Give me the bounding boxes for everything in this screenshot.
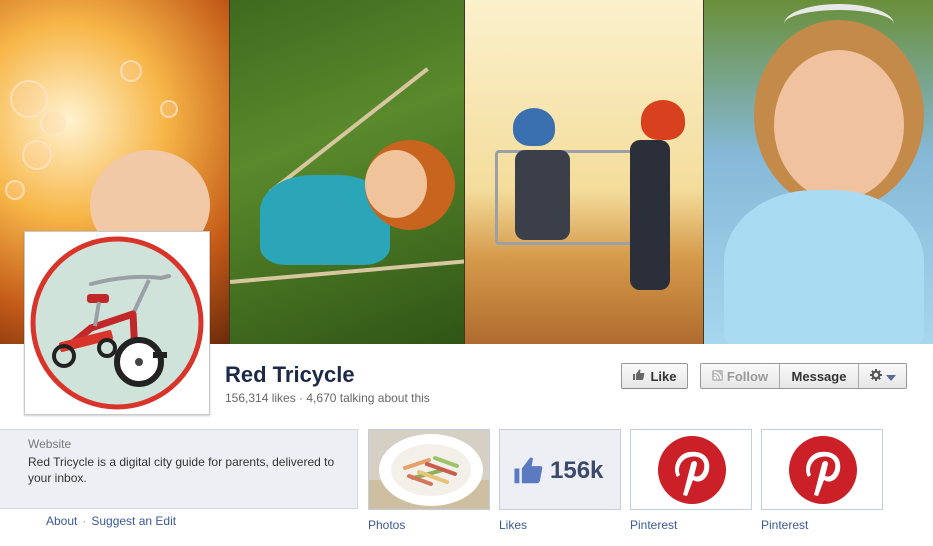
thumbs-up-icon	[512, 456, 544, 489]
page-actions-group: Follow Message	[700, 363, 907, 389]
photos-tile[interactable]	[368, 429, 490, 510]
about-link[interactable]: About	[46, 514, 77, 528]
message-label: Message	[791, 368, 847, 384]
about-box: Website Red Tricycle is a digital city g…	[0, 429, 358, 509]
about-links: About · Suggest an Edit	[46, 514, 176, 528]
profile-picture[interactable]	[24, 231, 210, 415]
follow-button[interactable]: Follow	[701, 364, 780, 388]
like-button[interactable]: Like	[621, 363, 688, 389]
cover-panel-swing	[230, 0, 464, 344]
photos-tile-label[interactable]: Photos	[368, 518, 405, 532]
page-title[interactable]: Red Tricycle	[225, 362, 355, 388]
settings-dropdown-button[interactable]	[859, 364, 906, 388]
pasta-bowl-thumbnail	[369, 430, 489, 509]
about-description: Red Tricycle is a digital city guide for…	[28, 455, 335, 485]
pinterest-logo-icon	[658, 436, 726, 504]
pinterest-logo-icon	[789, 436, 857, 504]
likes-tile[interactable]: 156k	[499, 429, 621, 510]
pinterest-tile-1[interactable]	[630, 429, 752, 510]
suggest-edit-link[interactable]: Suggest an Edit	[91, 514, 176, 528]
pinterest-tile-1-label[interactable]: Pinterest	[630, 518, 677, 532]
link-separator: ·	[82, 514, 87, 528]
like-label: Like	[650, 368, 677, 384]
pinterest-tile-2[interactable]	[761, 429, 883, 510]
cover-panel-cart	[465, 0, 703, 344]
about-label: Website	[28, 437, 72, 451]
chevron-down-icon	[885, 369, 896, 384]
pinterest-tile-2-label[interactable]: Pinterest	[761, 518, 808, 532]
likes-count: 156k	[550, 457, 604, 484]
thumbs-up-icon	[632, 369, 645, 384]
rss-icon	[711, 369, 723, 384]
page-stats: 156,314 likes · 4,670 talking about this	[225, 391, 430, 405]
message-button[interactable]: Message	[780, 364, 859, 388]
tricycle-logo	[30, 236, 204, 410]
follow-label: Follow	[726, 368, 769, 384]
gear-icon	[869, 368, 882, 384]
cover-panel-princess	[704, 0, 933, 344]
likes-tile-label[interactable]: Likes	[499, 518, 527, 532]
